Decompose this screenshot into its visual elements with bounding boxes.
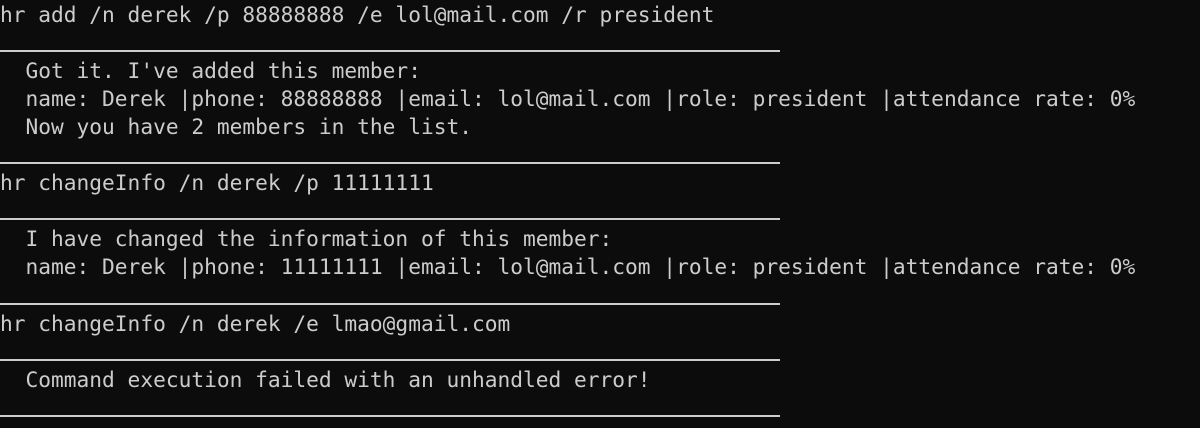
output-changed-message: I have changed the information of this m…: [0, 226, 613, 251]
separator-line: [0, 359, 780, 361]
output-member-details: name: Derek |phone: 88888888 |email: lol…: [0, 86, 1136, 111]
separator-line: [0, 415, 780, 417]
output-member-details: name: Derek |phone: 11111111 |email: lol…: [0, 254, 1136, 279]
separator-line: [0, 50, 780, 52]
output-member-count: Now you have 2 members in the list.: [0, 114, 472, 139]
output-added-message: Got it. I've added this member:: [0, 58, 421, 83]
command-line-change-phone: hr changeInfo /n derek /p 11111111: [0, 170, 434, 195]
separator-line: [0, 303, 780, 305]
command-line-add: hr add /n derek /p 88888888 /e lol@mail.…: [0, 2, 715, 27]
separator-line: [0, 218, 780, 220]
terminal-window[interactable]: hr add /n derek /p 88888888 /e lol@mail.…: [0, 0, 1200, 428]
output-error-message: Command execution failed with an unhandl…: [0, 367, 651, 392]
separator-line: [0, 162, 780, 164]
command-line-change-email: hr changeInfo /n derek /e lmao@gmail.com: [0, 311, 511, 336]
